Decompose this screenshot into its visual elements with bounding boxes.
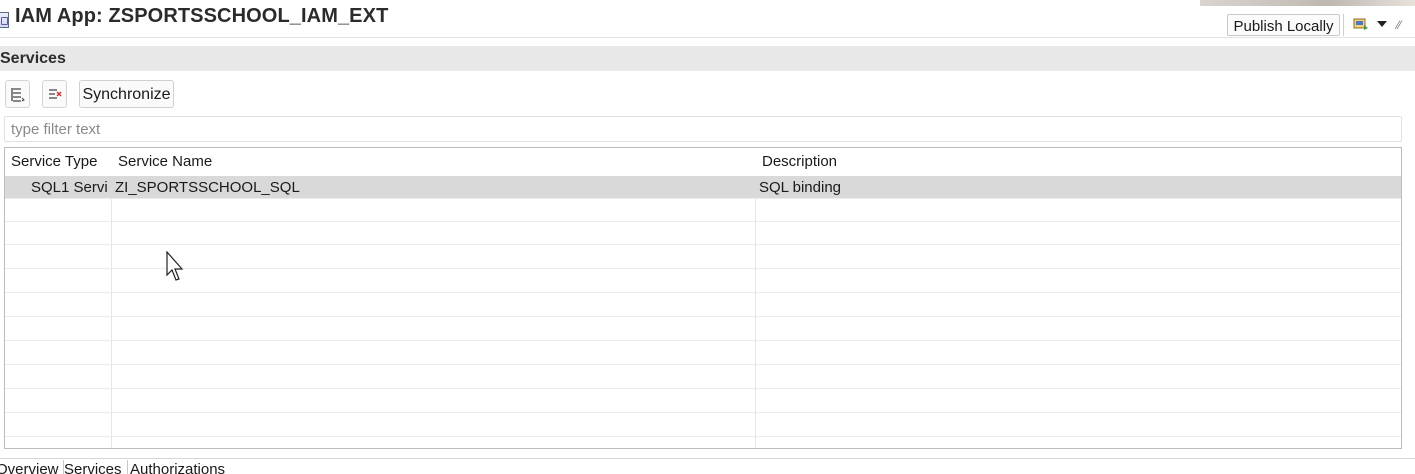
table-row[interactable]: SQL1 Servi ZI_SPORTSSCHOOL_SQL SQL bindi… <box>5 176 1401 199</box>
cell-service-type: SQL1 Servi <box>31 179 108 196</box>
cell-service-name: ZI_SPORTSSCHOOL_SQL <box>115 179 300 196</box>
filter-input[interactable]: type filter text <box>4 116 1402 142</box>
table-row-empty <box>5 414 1401 437</box>
page-title: IAM App: ZSPORTSSCHOOL_IAM_EXT <box>15 5 389 27</box>
remove-service-icon <box>49 89 62 99</box>
editor-header: IAM App: ZSPORTSSCHOOL_IAM_EXT Publish L… <box>0 0 1415 38</box>
column-header-service-name[interactable]: Service Name <box>118 153 212 170</box>
table-row-empty <box>5 270 1401 293</box>
bottom-divider <box>0 458 1415 459</box>
remove-service-button[interactable] <box>42 80 67 108</box>
cell-description: SQL binding <box>759 179 842 196</box>
more-icon[interactable]: ⁄⁄ <box>1397 18 1401 32</box>
column-header-service-type[interactable]: Service Type <box>11 153 97 170</box>
table-row-empty <box>5 318 1401 341</box>
services-table: Service Type Service Name Description SQ… <box>4 147 1402 449</box>
deploy-icon[interactable] <box>1353 17 1369 31</box>
table-row-empty <box>5 246 1401 269</box>
app-icon <box>0 12 9 28</box>
publish-locally-button[interactable]: Publish Locally <box>1227 14 1340 36</box>
mouse-cursor-icon <box>166 251 184 281</box>
chevron-down-icon[interactable] <box>1377 21 1387 27</box>
toolbar-separator <box>1343 14 1344 36</box>
table-row-empty <box>5 222 1401 245</box>
table-row-empty <box>5 342 1401 365</box>
section-title: Services <box>0 50 66 67</box>
table-row-empty <box>5 294 1401 317</box>
add-service-icon <box>11 88 25 102</box>
decorative-banner <box>1200 0 1415 6</box>
table-header: Service Type Service Name Description <box>5 148 1401 176</box>
table-row-empty <box>5 390 1401 413</box>
column-header-description[interactable]: Description <box>762 153 837 170</box>
header-divider <box>0 37 1415 38</box>
table-row-empty <box>5 366 1401 389</box>
table-row-empty <box>5 199 1401 222</box>
add-service-button[interactable] <box>5 80 30 108</box>
section-bar: Services <box>0 46 1415 71</box>
synchronize-button[interactable]: Synchronize <box>79 80 174 108</box>
